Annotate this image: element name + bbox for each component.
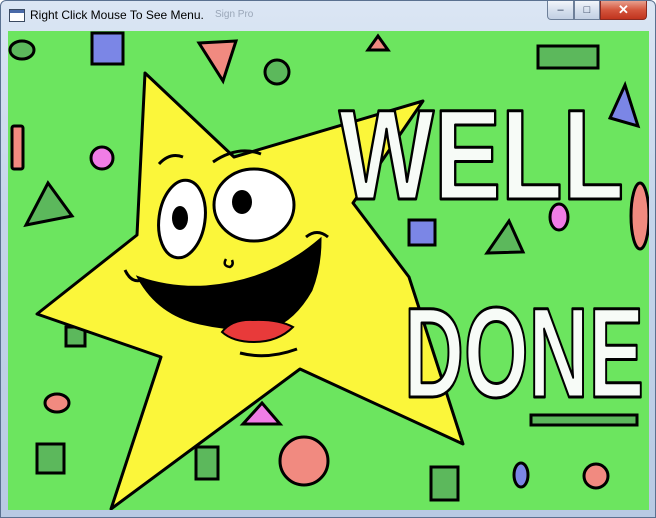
green-square-bottom-shape bbox=[429, 465, 460, 502]
salmon-small-circle-shape bbox=[582, 462, 610, 490]
green-circle-shape bbox=[263, 58, 291, 86]
salmon-triangle-shape bbox=[196, 39, 239, 85]
salmon-vertical-bar-shape bbox=[10, 124, 25, 171]
app-window: Right Click Mouse To See Menu. Sign Pro … bbox=[0, 0, 656, 518]
ghost-title-text: Sign Pro bbox=[215, 9, 254, 20]
drawing-canvas[interactable]: WELL DONE bbox=[8, 31, 649, 510]
green-oval-shape bbox=[8, 39, 36, 61]
salmon-big-circle-shape bbox=[278, 435, 330, 487]
window-title: Right Click Mouse To See Menu. bbox=[30, 8, 204, 22]
salmon-tall-oval-shape bbox=[629, 181, 649, 251]
left-pupil bbox=[172, 206, 188, 230]
headline-line2: DONE bbox=[404, 282, 644, 425]
maximize-button[interactable]: □ bbox=[574, 1, 600, 20]
blue-small-oval-shape bbox=[512, 461, 530, 489]
blue-square-shape bbox=[90, 31, 125, 66]
title-bar[interactable]: Right Click Mouse To See Menu. Sign Pro … bbox=[1, 1, 655, 31]
green-rect-bottom-shape bbox=[194, 445, 220, 481]
headline-line1: WELL bbox=[339, 84, 624, 227]
minimize-button[interactable]: – bbox=[547, 1, 574, 20]
green-square-bottom-left-shape bbox=[35, 442, 66, 475]
salmon-small-triangle-shape bbox=[365, 33, 391, 52]
window-app-icon[interactable] bbox=[9, 9, 25, 22]
green-triangle-left-shape bbox=[23, 180, 75, 228]
artwork-svg: WELL DONE bbox=[8, 31, 649, 510]
salmon-oval-shape bbox=[43, 392, 71, 414]
pink-circle-shape bbox=[89, 145, 115, 171]
right-eye bbox=[212, 167, 296, 243]
close-button[interactable]: ✕ bbox=[600, 1, 647, 20]
right-pupil bbox=[232, 190, 252, 214]
green-bar-shape bbox=[536, 44, 600, 70]
